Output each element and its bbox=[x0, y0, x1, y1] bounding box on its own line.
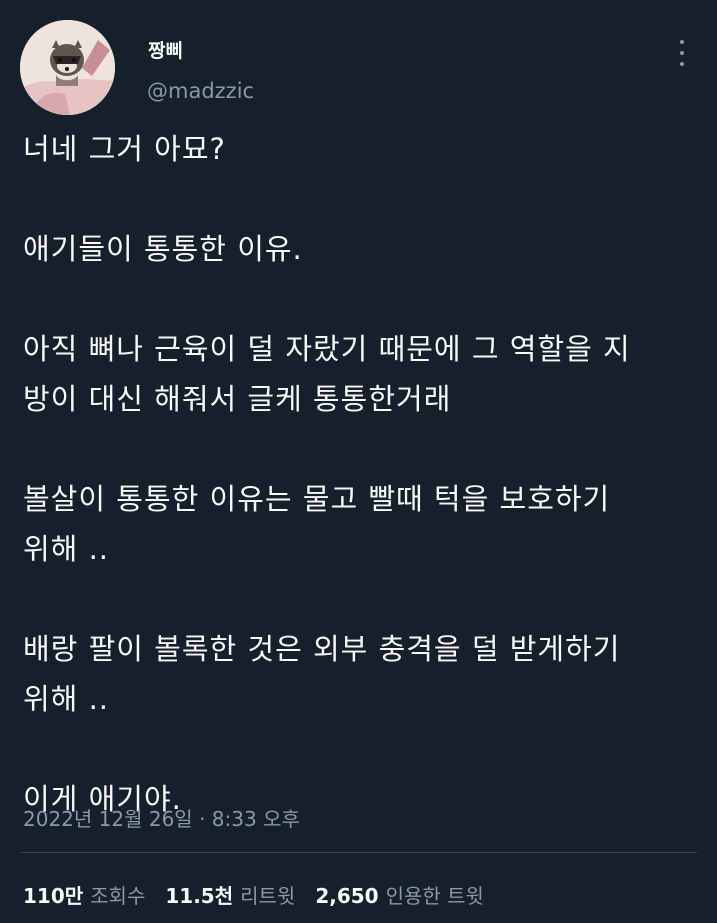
quotes-label: 인용한 트윗 bbox=[385, 884, 484, 908]
more-dot bbox=[680, 62, 684, 66]
raccoon-avatar-icon bbox=[20, 20, 115, 115]
more-options-icon[interactable] bbox=[675, 40, 689, 66]
tweet-line bbox=[23, 424, 698, 474]
tweet-line bbox=[23, 274, 698, 324]
tweet-detail: 짱삐 @madzzic 너네 그거 아묘? 애기들이 통통한 이유. 아직 뼈나… bbox=[0, 0, 717, 923]
tweet-line: 위해 .. bbox=[23, 532, 110, 566]
more-dot bbox=[680, 40, 684, 44]
quotes-count: 2,650 bbox=[315, 884, 379, 908]
tweet-line: 애기들이 통통한 이유. bbox=[23, 232, 303, 266]
tweet-line bbox=[23, 574, 698, 624]
views-count: 110만 bbox=[23, 884, 84, 908]
tweet-line bbox=[23, 724, 698, 774]
avatar[interactable] bbox=[20, 20, 115, 115]
views-stat[interactable]: 110만 조회수 bbox=[23, 880, 145, 909]
tweet-text: 너네 그거 아묘? 애기들이 통통한 이유. 아직 뼈나 근육이 덜 자랐기 때… bbox=[23, 124, 698, 824]
tweet-line: 배랑 팔이 볼록한 것은 외부 충격을 덜 받게하기 bbox=[23, 632, 621, 666]
retweets-stat[interactable]: 11.5천 리트윗 bbox=[165, 880, 295, 909]
user-handle[interactable]: @madzzic bbox=[147, 79, 254, 103]
retweets-count: 11.5천 bbox=[165, 884, 234, 908]
tweet-line: 너네 그거 아묘? bbox=[23, 132, 226, 166]
divider bbox=[21, 852, 697, 853]
quotes-stat[interactable]: 2,650 인용한 트윗 bbox=[315, 880, 484, 909]
tweet-line: 위해 .. bbox=[23, 682, 110, 716]
retweets-label: 리트윗 bbox=[240, 884, 296, 908]
tweet-line: 볼살이 통통한 이유는 물고 빨때 턱을 보호하기 bbox=[23, 482, 611, 516]
display-name[interactable]: 짱삐 bbox=[148, 36, 183, 63]
tweet-stats: 110만 조회수 11.5천 리트윗 2,650 인용한 트윗 bbox=[23, 880, 504, 909]
tweet-header: 짱삐 @madzzic bbox=[20, 20, 697, 115]
more-dot bbox=[680, 51, 684, 55]
tweet-line: 방이 대신 해줘서 글케 통통한거래 bbox=[23, 382, 452, 416]
tweet-line bbox=[23, 174, 698, 224]
tweet-timestamp[interactable]: 2022년 12월 26일 · 8:33 오후 bbox=[23, 803, 300, 832]
views-label: 조회수 bbox=[90, 884, 146, 908]
tweet-line: 아직 뼈나 근육이 덜 자랐기 때문에 그 역할을 지 bbox=[23, 332, 631, 366]
